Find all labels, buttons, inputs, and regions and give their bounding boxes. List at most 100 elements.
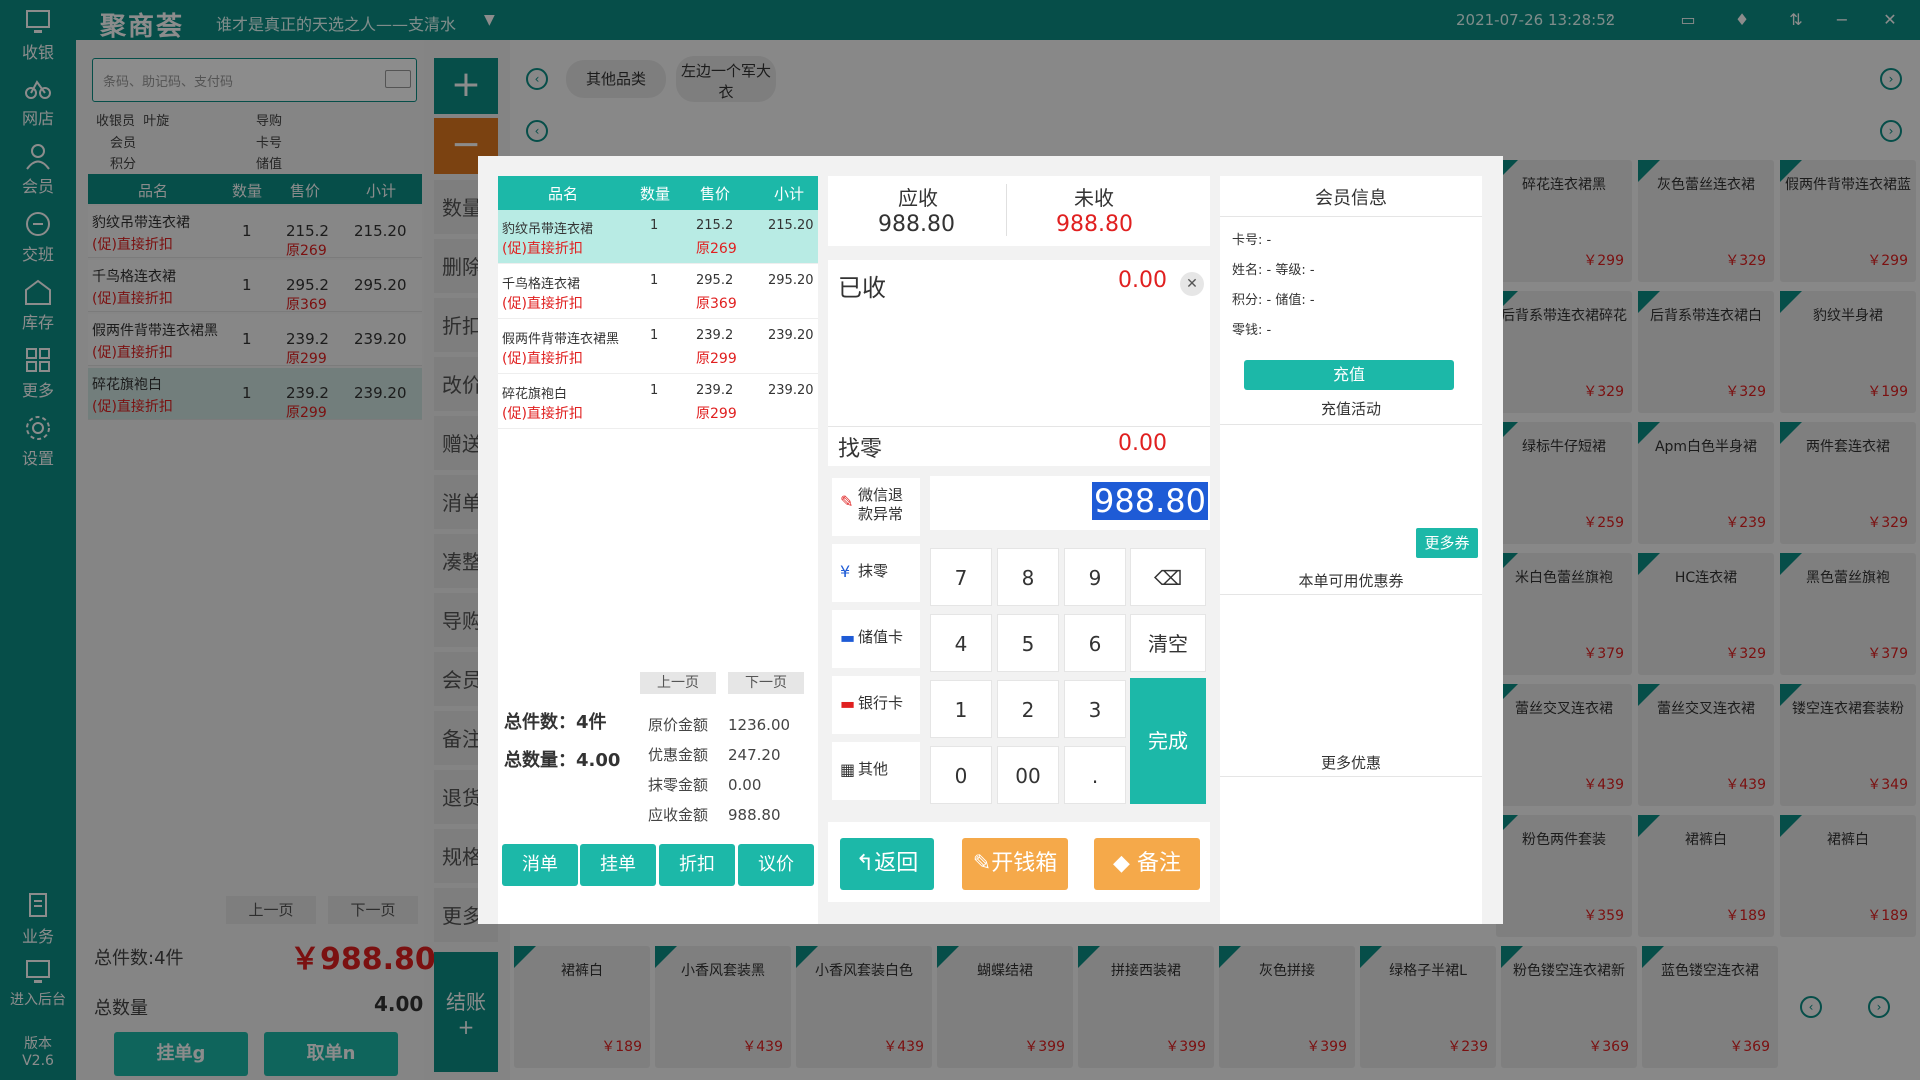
disc-value: 247.20 (728, 746, 781, 764)
next-page-button[interactable]: 下一页 (728, 672, 804, 694)
discount-button[interactable]: 折扣 (659, 844, 735, 886)
item-subtotal: 295.20 (768, 273, 814, 288)
item-price: 295.2 (696, 273, 734, 288)
prev-page-button[interactable]: 上一页 (640, 672, 716, 694)
keypad-key[interactable]: 8 (997, 548, 1059, 606)
keypad-key[interactable]: 5 (997, 614, 1059, 672)
item-orig-price: 原369 (696, 296, 737, 312)
received-value: 0.00 (1118, 268, 1167, 293)
orig-value: 1236.00 (728, 716, 791, 734)
pen-icon: ✎ (840, 492, 854, 511)
member-details: 卡号: - 姓名: - 等级: - 积分: - 储值: - 零钱: - (1232, 226, 1315, 346)
amount-input-value: 988.80 (1092, 482, 1208, 520)
payment-option[interactable]: ▦ 其他 (832, 742, 920, 800)
item-name: 千鸟格连衣裙 (502, 277, 581, 292)
keypad-key[interactable]: 4 (930, 614, 992, 672)
amount-input[interactable]: 988.80 (930, 476, 1210, 530)
available-coupons-label: 本单可用优惠券 (1298, 572, 1404, 590)
open-drawer-button[interactable]: ✎开钱箱 (962, 838, 1068, 890)
more-offers-label: 更多优惠 (1320, 754, 1381, 772)
item-subtotal: 239.20 (768, 383, 814, 398)
member-change: 零钱: - (1232, 323, 1272, 338)
item-qty: 1 (650, 383, 659, 398)
payment-option-label: 微信退款异常 (858, 486, 904, 523)
keypad-key[interactable]: 2 (997, 680, 1059, 738)
item-orig-price: 原299 (696, 406, 737, 422)
card-icon: ▬ (840, 628, 856, 647)
remark-button[interactable]: ◆ 备注 (1094, 838, 1200, 890)
payment-option[interactable]: ▬ 储值卡 (832, 610, 920, 668)
keypad-key[interactable]: . (1064, 746, 1126, 804)
summary-labels: 原价金额 优惠金额 抹零金额 应收金额 (648, 710, 708, 830)
keypad-key[interactable]: 3 (1064, 680, 1126, 738)
member-name-level: 姓名: - 等级: - (1232, 263, 1315, 278)
cancel-order-button[interactable]: 消单 (502, 844, 578, 886)
amount-summary: 应收 988.80 未收 988.80 (828, 176, 1210, 246)
table-row[interactable]: 豹纹吊带连衣裙 (促)直接折扣 1 215.2 原269 215.20 (498, 210, 818, 264)
divider (1006, 184, 1007, 236)
payment-option[interactable]: ¥ 抹零 (832, 544, 920, 602)
apps-icon: ▦ (840, 760, 856, 779)
keypad-key[interactable]: 7 (930, 548, 992, 606)
item-promo: (促)直接折扣 (502, 406, 583, 422)
recharge-button[interactable]: 充值 (1244, 360, 1454, 390)
hammer-icon: ✎ (972, 851, 992, 876)
payment-option-label: 其他 (858, 760, 889, 778)
keypad-key[interactable]: 1 (930, 680, 992, 738)
item-subtotal: 239.20 (768, 328, 814, 343)
divider (1220, 424, 1482, 425)
pos-app: 收银 网店 会员 交班 库存 更多 设置 业务 进入后台 版本 V2.6 聚商荟… (0, 0, 1920, 1080)
due-value: 988.80 (728, 806, 781, 824)
keypad-key[interactable]: 00 (997, 746, 1059, 804)
modal-total-items: 总件数：4件 (504, 712, 607, 733)
item-name: 豹纹吊带连衣裙 (502, 222, 594, 237)
more-coupons-button[interactable]: 更多券 (1416, 528, 1478, 558)
payment-option-label: 银行卡 (858, 694, 904, 712)
tag-icon: ◆ (1113, 851, 1130, 876)
item-orig-price: 原269 (696, 241, 737, 257)
unionpay-icon: ▬ (840, 694, 856, 713)
table-row[interactable]: 千鸟格连衣裙 (促)直接折扣 1 295.2 原369 295.20 (498, 265, 818, 319)
summary-values: 1236.00 247.20 0.00 988.80 (728, 710, 790, 830)
clear-icon[interactable]: ✕ (1180, 272, 1204, 296)
item-name: 碎花旗袍白 (502, 387, 568, 402)
recharge-activity: 充值活动 (1320, 400, 1381, 418)
keypad-key[interactable]: 6 (1064, 614, 1126, 672)
receivable-value: 988.80 (878, 212, 955, 237)
keypad-key[interactable]: 9 (1064, 548, 1126, 606)
item-qty: 1 (650, 273, 659, 288)
payment-modal: 品名 数量 售价 小计 豹纹吊带连衣裙 (促)直接折扣 1 215.2 原269 215.… (478, 156, 1503, 924)
round-label: 抹零金额 (648, 776, 709, 794)
payment-option[interactable]: ✎ 微信退款异常 (832, 478, 920, 536)
item-qty: 1 (650, 328, 659, 343)
table-row[interactable]: 碎花旗袍白 (促)直接折扣 1 239.2 原299 239.20 (498, 375, 818, 429)
done-button[interactable]: 完成 (1130, 678, 1206, 804)
item-promo: (促)直接折扣 (502, 241, 583, 257)
divider (1220, 594, 1482, 595)
received-panel: 已收 0.00 ✕ (828, 260, 1210, 428)
hold-button[interactable]: 挂单 (580, 844, 656, 886)
item-promo: (促)直接折扣 (502, 296, 583, 312)
keypad-key[interactable]: 0 (930, 746, 992, 804)
item-name: 假两件背带连衣裙黑 (502, 332, 620, 347)
back-arrow-icon: ↰ (855, 851, 875, 876)
round-value: 0.00 (728, 776, 762, 794)
backspace-icon[interactable]: ⌫ (1130, 548, 1206, 606)
payment-option-label: 储值卡 (858, 628, 904, 646)
item-promo: (促)直接折扣 (502, 351, 583, 367)
received-label: 已收 (838, 274, 886, 302)
change-label: 找零 (838, 437, 883, 462)
bargain-button[interactable]: 议价 (738, 844, 814, 886)
member-points-balance: 积分: - 储值: - (1232, 293, 1315, 308)
item-qty: 1 (650, 218, 659, 233)
item-price: 239.2 (696, 383, 734, 398)
payment-option[interactable]: ▬ 银行卡 (832, 676, 920, 734)
clear-button[interactable]: 清空 (1130, 614, 1206, 672)
member-panel: 会员信息 卡号: - 姓名: - 等级: - 积分: - 储值: - 零钱: -… (1220, 176, 1482, 924)
orig-label: 原价金额 (648, 716, 709, 734)
back-button[interactable]: ↰返回 (840, 838, 934, 890)
item-price: 239.2 (696, 328, 734, 343)
table-row[interactable]: 假两件背带连衣裙黑 (促)直接折扣 1 239.2 原299 239.20 (498, 320, 818, 374)
unpaid-label: 未收 (1074, 186, 1114, 210)
change-value: 0.00 (1118, 431, 1167, 456)
